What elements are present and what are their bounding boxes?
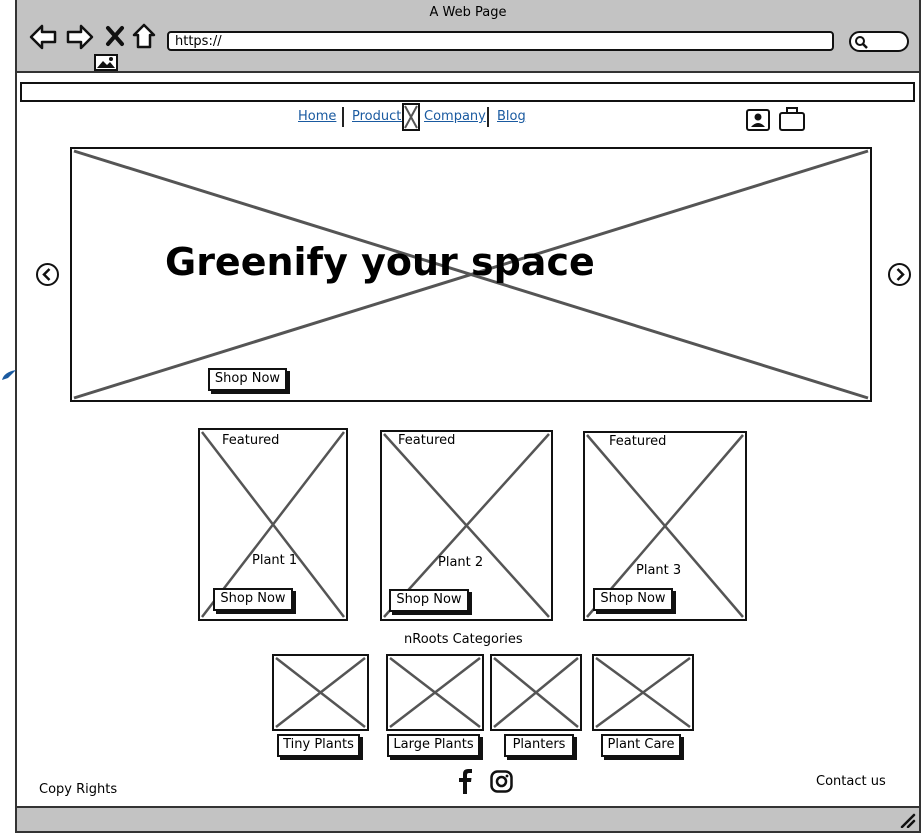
featured-tag: Featured (609, 434, 667, 449)
featured-tag: Featured (222, 433, 280, 448)
search-icon (855, 36, 868, 49)
featured-shop-now-button[interactable]: Shop Now (213, 588, 293, 611)
instagram-icon[interactable] (490, 770, 513, 793)
category-image[interactable] (490, 654, 582, 731)
window-title: A Web Page (429, 5, 507, 20)
home-icon[interactable] (131, 22, 157, 50)
product-name: Plant 1 (252, 553, 298, 568)
category-button-tiny-plants[interactable]: Tiny Plants (277, 734, 360, 757)
comment-marker-icon (2, 370, 16, 380)
category-image[interactable] (386, 654, 484, 731)
featured-shop-now-button[interactable]: Shop Now (593, 588, 673, 611)
chevron-right-icon[interactable] (887, 262, 912, 287)
nav-separator (487, 107, 489, 127)
image-icon (94, 54, 118, 71)
shopping-bag-icon[interactable] (778, 106, 806, 132)
category-button-plant-care[interactable]: Plant Care (601, 734, 681, 757)
close-icon[interactable] (402, 103, 420, 131)
user-icon[interactable] (746, 109, 770, 131)
search-box[interactable] (849, 31, 909, 52)
nav-link-products[interactable]: Products (352, 109, 408, 124)
forward-arrow-icon[interactable] (65, 23, 95, 51)
hero-shop-now-button[interactable]: Shop Now (208, 368, 287, 391)
copyright-text: Copy Rights (39, 782, 118, 797)
chevron-left-icon[interactable] (35, 262, 60, 287)
browser-status-bar (15, 806, 921, 833)
close-icon[interactable] (104, 24, 126, 48)
back-arrow-icon[interactable] (28, 23, 58, 51)
contact-link[interactable]: Contact us (816, 774, 886, 789)
nav-separator (342, 107, 344, 127)
categories-title: nRoots Categories (404, 632, 523, 647)
category-image[interactable] (592, 654, 694, 731)
product-name: Plant 3 (636, 563, 682, 578)
nav-link-company[interactable]: Company (424, 109, 486, 124)
category-button-large-plants[interactable]: Large Plants (387, 734, 480, 757)
address-bar[interactable]: https:// (167, 31, 834, 51)
featured-tag: Featured (398, 433, 456, 448)
hero-heading: Greenify your space (165, 240, 595, 284)
nav-link-blog[interactable]: Blog (497, 109, 526, 124)
category-button-planters[interactable]: Planters (504, 734, 574, 757)
nav-link-home[interactable]: Home (298, 109, 336, 124)
bookmarks-bar (20, 82, 915, 102)
category-image[interactable] (272, 654, 369, 731)
featured-shop-now-button[interactable]: Shop Now (389, 589, 469, 612)
product-name: Plant 2 (438, 555, 484, 570)
facebook-icon[interactable] (457, 768, 473, 794)
resize-grip-icon[interactable] (898, 812, 916, 828)
